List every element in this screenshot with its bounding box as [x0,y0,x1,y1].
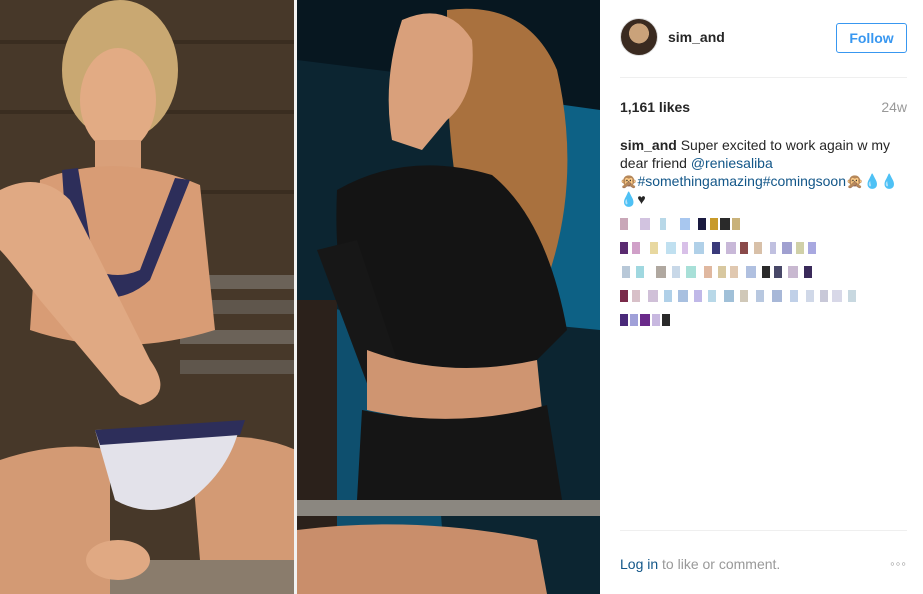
caption-username[interactable]: sim_and [620,137,677,153]
left-photo-illustration [0,0,296,594]
follow-button[interactable]: Follow [836,23,907,53]
comment-row [620,310,880,334]
caption-emoji: 🙊 [620,173,638,189]
login-prompt: Log in to like or comment. [620,556,780,572]
post-header: sim_and Follow [620,16,907,60]
login-link[interactable]: Log in [620,556,658,572]
right-photo-illustration [297,0,600,594]
post-age[interactable]: 24w [881,99,907,115]
caption: sim_and Super excited to work again w my… [620,136,910,208]
comment-row [620,286,880,310]
login-prompt-text: to like or comment. [658,556,781,572]
comment-row [620,238,880,262]
post-sidebar: sim_and Follow 1,161 likes 24w sim_and S… [600,0,923,594]
comment-row [620,214,880,238]
caption-mention[interactable]: @reniesaliba [691,155,773,171]
more-options-icon[interactable]: ◦◦◦ [890,556,907,571]
comments-list [620,214,880,334]
divider [620,530,907,531]
post-photo[interactable] [0,0,600,594]
right-photo [297,0,600,594]
caption-hashtags[interactable]: #somethingamazing#comingsoon [637,173,846,189]
divider [620,77,907,78]
username[interactable]: sim_and [668,29,725,45]
comment-row [620,262,880,286]
avatar[interactable] [620,18,658,56]
left-photo [0,0,296,594]
likes-count[interactable]: 1,161 likes [620,99,690,115]
